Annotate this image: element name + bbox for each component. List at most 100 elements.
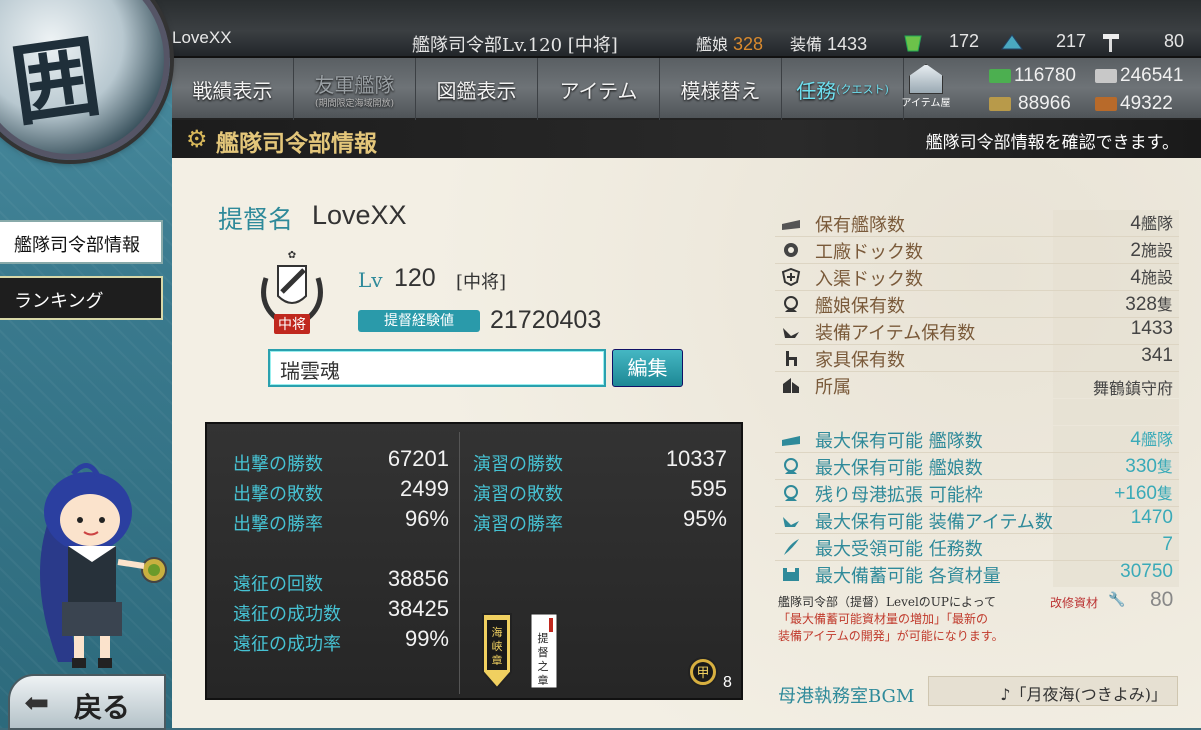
shop-house-icon bbox=[909, 64, 943, 94]
max-label: 最大備蓄可能 各資材量 bbox=[815, 566, 1001, 587]
screw-stat bbox=[1100, 31, 1122, 53]
exp-value: 21720403 bbox=[490, 306, 602, 334]
admiral-medal-icon[interactable]: 提 督 之 章 bbox=[529, 612, 559, 692]
back-button[interactable]: ⬅ 戻る bbox=[8, 674, 166, 730]
equip-count-label: 装備 bbox=[790, 35, 823, 54]
devmat-value: 217 bbox=[1056, 31, 1087, 51]
info-label: 家具保有数 bbox=[815, 350, 905, 371]
nav-sublabel: (期間限定海域開放) bbox=[314, 99, 395, 109]
info-row: 家具保有数 341 bbox=[775, 345, 1179, 372]
record-value: 95% bbox=[682, 506, 727, 531]
shipgirl-icon bbox=[784, 296, 798, 312]
record-label: 出撃の勝数 bbox=[233, 454, 323, 475]
comment-input[interactable]: 瑞雲魂 bbox=[268, 349, 606, 387]
record-label: 演習の勝率 bbox=[473, 514, 563, 535]
record-value: 595 bbox=[690, 476, 727, 501]
info-row: 保有艦隊数 4艦隊 bbox=[775, 210, 1179, 237]
item-shop-button[interactable]: アイテム屋 bbox=[898, 62, 954, 116]
record-label: 遠征の成功率 bbox=[233, 634, 341, 655]
section-titlebar: ⚙ 艦隊司令部情報 艦隊司令部情報を確認できます。 bbox=[172, 120, 1201, 158]
svg-text:峡: 峡 bbox=[492, 639, 503, 653]
info-row: 入渠ドック数 4施設 bbox=[775, 264, 1179, 291]
max-value: 7 bbox=[1053, 534, 1179, 560]
record-label: 遠征の成功数 bbox=[233, 604, 341, 625]
medal-count: 8 bbox=[723, 674, 732, 691]
info-label: 艦娘保有数 bbox=[815, 296, 905, 317]
max-value: 30750 bbox=[1053, 561, 1179, 587]
hammer-icon bbox=[1103, 34, 1119, 53]
max-value: +160隻 bbox=[1053, 480, 1179, 506]
kou-medal-icon[interactable]: 甲 bbox=[687, 656, 719, 688]
page-title: 艦隊司令部情報 bbox=[216, 130, 377, 157]
hq-level: 艦隊司令部Lv.120 [中将] bbox=[412, 35, 618, 56]
gear-icon bbox=[784, 243, 798, 257]
strait-medal-icon[interactable]: 海 峡 章 bbox=[473, 612, 521, 692]
equipment-icon bbox=[783, 517, 799, 527]
info-value: 1433 bbox=[1053, 318, 1179, 344]
max-row: 最大受領可能 任務数 7 bbox=[775, 534, 1179, 561]
steel-icon bbox=[989, 96, 1011, 111]
back-label: 戻る bbox=[74, 691, 131, 724]
admiral-name-label: 提督名 bbox=[218, 205, 294, 234]
record-value: 38425 bbox=[387, 596, 449, 621]
note-line: 艦隊司令部（提督）LevelのUPによって bbox=[778, 595, 997, 609]
bgm-selector[interactable]: ♪「月夜海(つきよみ)」 bbox=[928, 676, 1178, 706]
nav-label: 友軍艦隊 bbox=[314, 73, 395, 97]
nav-war-record[interactable]: 戦績表示 bbox=[172, 58, 294, 120]
secretary-ship-character[interactable] bbox=[18, 462, 168, 672]
bucket-icon bbox=[904, 35, 922, 52]
bauxite-icon bbox=[1095, 96, 1117, 111]
wrench-icon: 🔧 bbox=[1108, 592, 1126, 608]
level-up-note: 艦隊司令部（提督）LevelのUPによって 「最大備蓄可能資材量の増加」「最新の… bbox=[778, 594, 1048, 645]
kou-text: 甲 bbox=[696, 666, 709, 681]
ship-count: 艦娘 328 bbox=[696, 31, 763, 55]
sidebar-item-label: ランキング bbox=[14, 291, 104, 311]
info-value: 4施設 bbox=[1053, 264, 1179, 290]
nav-label: 戦績表示 bbox=[192, 78, 273, 103]
sidebar-item-ranking[interactable]: ランキング bbox=[0, 276, 163, 320]
record-label: 出撃の勝率 bbox=[233, 514, 323, 535]
max-row: 最大保有可能 装備アイテム数 1470 bbox=[775, 507, 1179, 534]
record-value: 67201 bbox=[387, 446, 449, 471]
repair-shield-icon bbox=[781, 268, 801, 286]
max-row: 残り母港拡張 可能枠 +160隻 bbox=[775, 480, 1179, 507]
sidebar-item-hq-info[interactable]: 艦隊司令部情報 bbox=[0, 220, 163, 264]
level-value: 120 bbox=[394, 264, 436, 292]
nav-furniture[interactable]: 模様替え bbox=[660, 58, 782, 120]
nav-label: 模様替え bbox=[680, 78, 761, 103]
nav-label: 任務 bbox=[796, 78, 837, 103]
nav-items[interactable]: アイテム bbox=[538, 58, 660, 120]
info-value: 328隻 bbox=[1053, 291, 1179, 317]
base-icon bbox=[783, 378, 799, 393]
edit-comment-button[interactable]: 編集 bbox=[612, 349, 683, 387]
shop-label: アイテム屋 bbox=[901, 98, 951, 109]
max-row: 最大保有可能 艦娘数 330隻 bbox=[775, 453, 1179, 480]
resource-panel: 116780 246541 88966 49322 bbox=[985, 62, 1201, 118]
bauxite-value: 49322 bbox=[1120, 93, 1173, 114]
furniture-icon bbox=[786, 351, 797, 366]
svg-text:提: 提 bbox=[538, 632, 549, 645]
ship-count-label: 艦娘 bbox=[696, 35, 729, 54]
devmat-stat bbox=[1000, 31, 1024, 53]
max-value: 4艦隊 bbox=[1053, 426, 1179, 452]
nav-label: アイテム bbox=[559, 78, 638, 103]
nav-friend-fleet[interactable]: 友軍艦隊 (期間限定海域開放) bbox=[294, 58, 416, 120]
fuel-value: 116780 bbox=[1014, 65, 1076, 86]
info-row-blank bbox=[775, 399, 1179, 426]
svg-text:之: 之 bbox=[538, 659, 549, 673]
ammo-value: 246541 bbox=[1120, 65, 1184, 86]
max-label: 残り母港拡張 可能枠 bbox=[815, 485, 983, 506]
nav-quest[interactable]: 任務 (クエスト) bbox=[782, 58, 904, 120]
admiral-name: LoveXX bbox=[312, 200, 407, 230]
record-label: 演習の敗数 bbox=[473, 484, 563, 505]
bucket-value: 172 bbox=[949, 31, 980, 51]
nav-encyclopedia[interactable]: 図鑑表示 bbox=[416, 58, 538, 120]
equip-count: 装備 1433 bbox=[790, 31, 867, 55]
screw-value: 80 bbox=[1164, 31, 1185, 51]
info-value: 2施設 bbox=[1053, 237, 1179, 263]
record-value: 99% bbox=[404, 626, 449, 651]
bgm-label: 母港執務室BGM bbox=[778, 686, 915, 707]
equip-count-value: 1433 bbox=[827, 34, 868, 54]
rank-badge-text: 中将 bbox=[278, 317, 306, 333]
steel-stat: 88966 bbox=[989, 93, 1071, 115]
